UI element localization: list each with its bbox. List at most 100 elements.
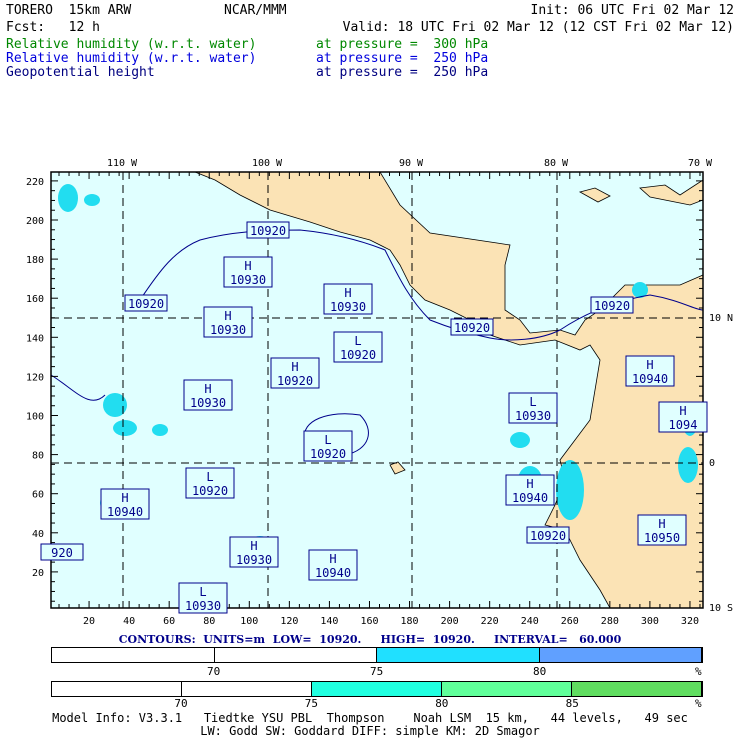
contour-label: H10920 <box>270 357 320 389</box>
y-tick-label: 40 <box>32 529 44 540</box>
svg-text:10920: 10920 <box>340 348 376 362</box>
colorbar-segment <box>52 682 182 696</box>
colorbar-rh300 <box>51 681 703 697</box>
colorbar-tick: 75 <box>304 697 319 710</box>
svg-text:H: H <box>679 404 686 418</box>
svg-text:1094: 1094 <box>669 418 698 432</box>
contour-label: 10920 <box>124 294 168 312</box>
svg-text:H: H <box>121 491 128 505</box>
svg-text:L: L <box>529 395 536 409</box>
svg-text:H: H <box>291 360 298 374</box>
colorbar-tick: 75 <box>370 665 384 678</box>
svg-text:H: H <box>329 552 336 566</box>
svg-text:920: 920 <box>51 546 73 560</box>
contour-info: CONTOURS: UNITS=m LOW= 10920. HIGH= 1092… <box>118 633 622 646</box>
svg-text:H: H <box>344 286 351 300</box>
svg-text:10920: 10920 <box>594 299 630 313</box>
contour-label: H10930 <box>229 536 279 568</box>
colorbar-tick: 70 <box>174 697 188 710</box>
svg-text:H: H <box>646 358 653 372</box>
contour-label: H10940 <box>308 549 358 581</box>
x-tick-label: 60 <box>163 616 175 627</box>
colorbar-segment <box>572 682 702 696</box>
colorbar-tick: 70 <box>207 665 221 678</box>
x-tick-label: 300 <box>641 616 659 627</box>
svg-text:10940: 10940 <box>512 491 548 505</box>
contour-label: L10920 <box>303 430 353 462</box>
colorbar-segment <box>377 648 540 662</box>
svg-text:H: H <box>526 477 533 491</box>
x-tick-label: 240 <box>521 616 539 627</box>
svg-text:H: H <box>244 259 251 273</box>
colorbar-tick: 85 <box>565 697 579 710</box>
y-tick-label: 20 <box>32 568 44 579</box>
contour-label: H1094 <box>658 401 708 433</box>
latitude-label: 10 N <box>709 313 733 324</box>
y-tick-label: 180 <box>26 255 44 266</box>
colorbar-tick: 80 <box>533 665 547 678</box>
contour-label: H10950 <box>637 514 687 546</box>
longitude-label: 90 W <box>399 158 424 169</box>
contour-label: 10920 <box>246 221 290 239</box>
contour-label: H10940 <box>625 355 675 387</box>
svg-text:10950: 10950 <box>644 531 680 545</box>
longitude-label: 110 W <box>107 158 138 169</box>
svg-text:10920: 10920 <box>530 529 566 543</box>
contour-label: L10920 <box>185 467 235 499</box>
colorbar-tick: % <box>695 665 702 678</box>
weather-map: 20 40 60 80 100 120 140 160 180 200 220 240 260 280 30… <box>26 158 733 627</box>
svg-text:10920: 10920 <box>192 484 228 498</box>
colorbar-segment <box>52 648 215 662</box>
x-tick-label: 120 <box>280 616 298 627</box>
colorbar-segment <box>312 682 442 696</box>
contour-label: H10930 <box>223 256 273 288</box>
y-tick-label: 140 <box>26 333 44 344</box>
x-tick-label: 100 <box>240 616 258 627</box>
contour-label: H10940 <box>505 474 555 506</box>
y-tick-label: 220 <box>26 177 44 188</box>
contour-label: H10930 <box>183 379 233 411</box>
svg-text:10920: 10920 <box>277 374 313 388</box>
x-tick-label: 220 <box>481 616 499 627</box>
svg-text:10920: 10920 <box>454 321 490 335</box>
svg-text:10930: 10930 <box>330 300 366 314</box>
model-info-line1: Model Info: V3.3.1 Tiedtke YSU PBL Thomp… <box>52 711 688 725</box>
svg-text:10930: 10930 <box>230 273 266 287</box>
longitude-label: 100 W <box>252 158 283 169</box>
svg-text:10920: 10920 <box>128 297 164 311</box>
colorbar-segment <box>539 648 702 662</box>
x-tick-label: 80 <box>203 616 215 627</box>
contour-label: L10930 <box>178 582 228 614</box>
svg-text:H: H <box>250 539 257 553</box>
x-tick-label: 280 <box>601 616 619 627</box>
x-tick-label: 320 <box>681 616 699 627</box>
svg-text:L: L <box>206 470 213 484</box>
y-tick-label: 80 <box>32 451 44 462</box>
svg-text:10930: 10930 <box>185 599 221 613</box>
svg-text:L: L <box>199 585 206 599</box>
model-info-line2: LW: Godd SW: Goddard DIFF: simple KM: 2D… <box>200 724 540 738</box>
svg-text:H: H <box>224 309 231 323</box>
svg-text:L: L <box>354 334 361 348</box>
x-tick-label: 180 <box>401 616 419 627</box>
contour-label: H10930 <box>203 306 253 338</box>
x-tick-label: 160 <box>360 616 378 627</box>
svg-text:10920: 10920 <box>310 447 346 461</box>
contour-label: 920 <box>40 543 84 561</box>
svg-text:10930: 10930 <box>236 553 272 567</box>
y-tick-label: 60 <box>32 490 44 501</box>
svg-text:10930: 10930 <box>190 396 226 410</box>
svg-text:H: H <box>658 517 665 531</box>
contour-label: 10920 <box>526 526 570 544</box>
colorbar-segment <box>214 648 377 662</box>
x-tick-label: 40 <box>123 616 135 627</box>
svg-text:10940: 10940 <box>107 505 143 519</box>
y-tick-label: 100 <box>26 412 44 423</box>
colorbar-segment <box>182 682 312 696</box>
svg-text:10920: 10920 <box>250 224 286 238</box>
longitude-label: 80 W <box>544 158 569 169</box>
contour-label: H10940 <box>100 488 150 520</box>
contour-label: 10920 <box>450 318 494 336</box>
longitude-label: 70 W <box>688 158 713 169</box>
y-tick-label: 120 <box>26 372 44 383</box>
